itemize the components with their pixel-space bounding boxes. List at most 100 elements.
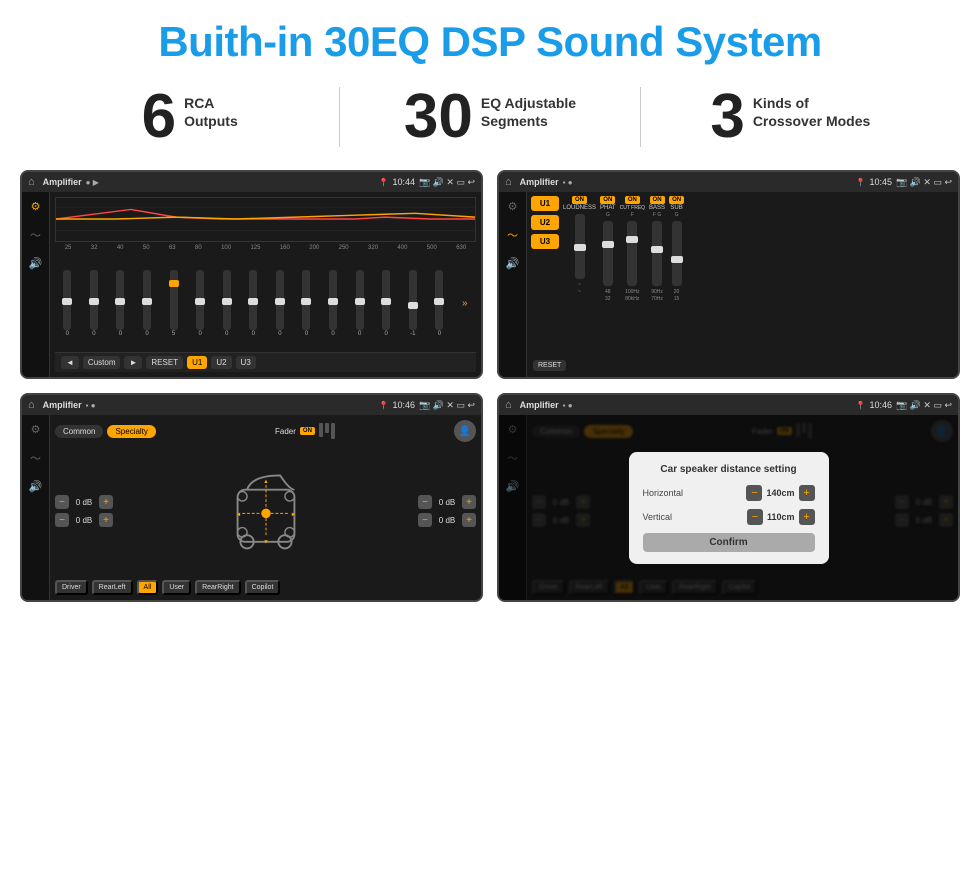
stats-row: 6 RCAOutputs 30 EQ AdjustableSegments 3 … (0, 76, 980, 166)
nav-wave-icon-2[interactable]: 〜 (507, 227, 518, 243)
home-icon-4[interactable]: ⌂ (505, 399, 512, 411)
vol-fl-plus[interactable]: + (99, 495, 113, 509)
vol-row-rl: − 0 dB + (55, 513, 113, 527)
phat-on-badge: ON (600, 196, 615, 204)
sub-slider[interactable] (672, 221, 682, 286)
eq-slider-15[interactable]: 0 (435, 270, 443, 337)
u2-btn[interactable]: U2 (531, 215, 559, 230)
cutfreq-slider[interactable] (627, 221, 637, 286)
fader-on-badge: ON (300, 427, 315, 435)
tab-specialty[interactable]: Specialty (107, 425, 155, 438)
eq-slider-13[interactable]: 0 (382, 270, 390, 337)
eq-slider-4[interactable]: 0 (143, 270, 151, 337)
stat-crossover: 3 Kinds ofCrossover Modes (661, 86, 920, 148)
loudness-slider[interactable] (575, 214, 585, 279)
nav-speaker-icon-2[interactable]: 🔊 (506, 257, 520, 270)
ctrl-phat: ON PHAT G 48 32 (600, 196, 616, 355)
vol-fr-plus[interactable]: + (462, 495, 476, 509)
fader-main: Common Specialty Fader ON 👤 (50, 415, 481, 600)
nav-wave-icon-3[interactable]: 〜 (30, 450, 41, 466)
screens-grid: ⌂ Amplifier ● ▶ 📍 10:44 📷 🔊 ✕ ▭ ↩ ⚙ 〜 🔊 (0, 166, 980, 612)
dialog-vertical-plus[interactable]: + (799, 509, 815, 525)
location-icon-3: 📍 (379, 401, 389, 410)
status-bar-2: ⌂ Amplifier ▪ ● 📍 10:45 📷 🔊 ✕ ▭ ↩ (499, 172, 958, 192)
vol-rr-plus[interactable]: + (462, 513, 476, 527)
bass-on-badge: ON (650, 196, 665, 204)
stat-eq-number: 30 (404, 86, 473, 148)
screen-fader-dialog: ⌂ Amplifier ▪ ● 📍 10:46 📷 🔊 ✕ ▭ ↩ ⚙ 〜 🔊 … (497, 393, 960, 602)
status-bar-4: ⌂ Amplifier ▪ ● 📍 10:46 📷 🔊 ✕ ▭ ↩ (499, 395, 958, 415)
nav-wave-icon[interactable]: 〜 (30, 227, 41, 243)
vol-rl-minus[interactable]: − (55, 513, 69, 527)
speaker-distance-dialog: Car speaker distance setting Horizontal … (629, 452, 829, 564)
rearright-btn[interactable]: RearRight (195, 580, 241, 595)
eq-preset-label[interactable]: Custom (83, 356, 121, 369)
stat-rca-number: 6 (142, 86, 176, 148)
vol-rr-minus[interactable]: − (418, 513, 432, 527)
dialog-vertical-value: 110cm (767, 512, 795, 522)
eq-graph (55, 197, 476, 242)
eq-next-btn[interactable]: ► (124, 356, 142, 369)
eq-slider-8[interactable]: 0 (249, 270, 257, 337)
eq-slider-1[interactable]: 0 (63, 270, 71, 337)
crossover-reset-btn[interactable]: RESET (533, 360, 566, 371)
eq-slider-2[interactable]: 0 (90, 270, 98, 337)
eq-u2-btn[interactable]: U2 (211, 356, 231, 369)
dialog-horizontal-plus[interactable]: + (799, 485, 815, 501)
u3-btn[interactable]: U3 (531, 234, 559, 249)
vol-fr-minus[interactable]: − (418, 495, 432, 509)
stat-eq-label: EQ AdjustableSegments (481, 86, 576, 130)
rearleft-btn[interactable]: RearLeft (92, 580, 133, 595)
eq-more-icon[interactable]: » (462, 298, 468, 309)
nav-speaker-icon[interactable]: 🔊 (29, 257, 43, 270)
fader-speaker-area: − 0 dB + − 0 dB + (55, 446, 476, 576)
fader-profile-btn[interactable]: 👤 (454, 420, 476, 442)
u1-btn[interactable]: U1 (531, 196, 559, 211)
dialog-vertical-minus[interactable]: − (747, 509, 763, 525)
eq-u3-btn[interactable]: U3 (236, 356, 256, 369)
eq-slider-14[interactable]: -1 (409, 270, 417, 337)
eq-prev-btn[interactable]: ◄ (61, 356, 79, 369)
eq-u1-btn[interactable]: U1 (187, 356, 207, 369)
side-nav-2: ⚙ 〜 🔊 (499, 192, 527, 377)
confirm-button[interactable]: Confirm (643, 533, 815, 552)
eq-slider-10[interactable]: 0 (302, 270, 310, 337)
stat-divider-2 (640, 87, 641, 147)
dialog-horizontal-minus[interactable]: − (746, 485, 762, 501)
dialog-vertical-row: Vertical − 110cm + (643, 509, 815, 525)
nav-eq-icon-2[interactable]: ⚙ (508, 200, 518, 213)
eq-slider-3[interactable]: 0 (116, 270, 124, 337)
crossover-controls: ON LOUDNESS ~ ~ ON PHAT G (563, 196, 954, 355)
vol-rr-value: 0 dB (435, 516, 459, 525)
screen-fader-dialog-content: ⚙ 〜 🔊 Common Specialty Fader ON 👤 (499, 415, 958, 600)
screen-fader: ⌂ Amplifier ▪ ● 📍 10:46 📷 🔊 ✕ ▭ ↩ ⚙ 〜 🔊 … (20, 393, 483, 602)
user-btn[interactable]: User (162, 580, 191, 595)
copilot-btn[interactable]: Copilot (245, 580, 281, 595)
car-diagram: ▲ ▼ ◄ ► (119, 466, 412, 556)
page-title: Buith-in 30EQ DSP Sound System (0, 0, 980, 76)
nav-eq-icon-3[interactable]: ⚙ (31, 423, 41, 436)
dialog-horizontal-label: Horizontal (643, 488, 684, 498)
eq-slider-5[interactable]: 5 (170, 270, 178, 337)
all-btn[interactable]: All (137, 580, 159, 595)
nav-speaker-icon-3[interactable]: 🔊 (29, 480, 43, 493)
nav-eq-icon[interactable]: ⚙ (31, 200, 41, 213)
svg-text:▲: ▲ (263, 479, 269, 485)
vol-fl-minus[interactable]: − (55, 495, 69, 509)
driver-btn[interactable]: Driver (55, 580, 88, 595)
home-icon-3[interactable]: ⌂ (28, 399, 35, 411)
home-icon-2[interactable]: ⌂ (505, 176, 512, 188)
eq-reset-btn[interactable]: RESET (146, 356, 183, 369)
stat-rca-label: RCAOutputs (184, 86, 238, 130)
bass-slider[interactable] (652, 221, 662, 286)
eq-slider-6[interactable]: 0 (196, 270, 204, 337)
tab-common[interactable]: Common (55, 425, 103, 438)
home-icon-1[interactable]: ⌂ (28, 176, 35, 188)
eq-slider-12[interactable]: 0 (356, 270, 364, 337)
eq-slider-11[interactable]: 0 (329, 270, 337, 337)
phat-slider[interactable] (603, 221, 613, 286)
eq-slider-7[interactable]: 0 (223, 270, 231, 337)
eq-slider-9[interactable]: 0 (276, 270, 284, 337)
screen-eq: ⌂ Amplifier ● ▶ 📍 10:44 📷 🔊 ✕ ▭ ↩ ⚙ 〜 🔊 (20, 170, 483, 379)
vol-rl-plus[interactable]: + (99, 513, 113, 527)
